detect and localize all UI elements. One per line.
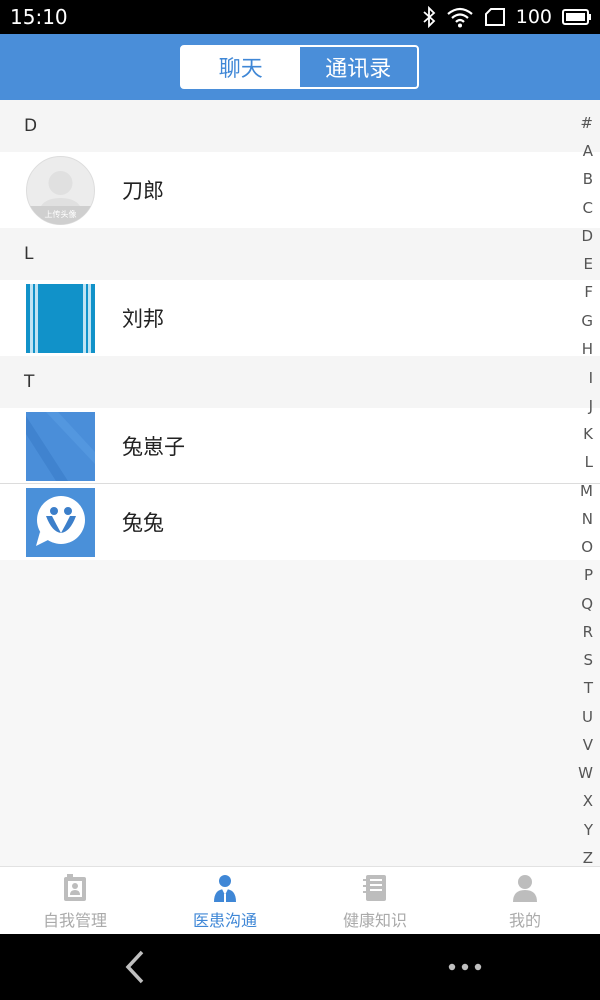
blue-avatar bbox=[26, 412, 95, 481]
nav-doctor-patient[interactable]: 医患沟通 bbox=[150, 867, 300, 935]
nav-label: 医患沟通 bbox=[192, 911, 257, 930]
index-letter[interactable]: F bbox=[584, 283, 593, 301]
section-header-t: T bbox=[0, 356, 600, 408]
contact-row[interactable]: 上传头像 刀郎 bbox=[0, 152, 600, 228]
contact-name: 刘邦 bbox=[122, 307, 164, 331]
contact-row[interactable]: 兔崽子 bbox=[0, 408, 600, 484]
index-letter[interactable]: G bbox=[581, 312, 593, 330]
contact-name: 刀郎 bbox=[122, 179, 164, 203]
index-letter[interactable]: W bbox=[578, 764, 593, 782]
contact-list: D 上传头像 刀郎 L 刘邦 T 兔崽子 兔兔 bbox=[0, 100, 600, 560]
index-letter[interactable]: Q bbox=[581, 595, 593, 613]
notebook-icon bbox=[363, 875, 386, 901]
battery-level: 100 bbox=[515, 6, 552, 28]
index-letter[interactable]: # bbox=[580, 114, 593, 132]
user-icon bbox=[513, 875, 537, 902]
avatar-caption: 上传头像 bbox=[45, 209, 77, 219]
contact-row[interactable]: 兔兔 bbox=[0, 484, 600, 560]
index-letter[interactable]: U bbox=[582, 708, 593, 726]
index-letter[interactable]: D bbox=[581, 227, 593, 245]
profile-card-icon bbox=[64, 874, 86, 901]
index-letter[interactable]: M bbox=[580, 482, 593, 500]
index-letter[interactable]: V bbox=[583, 736, 593, 754]
tab-switcher: 聊天 通讯录 bbox=[180, 45, 419, 89]
index-letter[interactable]: I bbox=[589, 369, 593, 387]
nav-label: 健康知识 bbox=[342, 911, 407, 930]
more-icon[interactable] bbox=[445, 954, 485, 980]
index-letter[interactable]: L bbox=[585, 453, 593, 471]
contact-name: 兔崽子 bbox=[122, 435, 185, 459]
striped-avatar bbox=[26, 284, 95, 353]
wifi-icon bbox=[447, 7, 473, 28]
index-letter[interactable]: A bbox=[583, 142, 593, 160]
doctor-icon bbox=[214, 875, 236, 902]
tab-chat[interactable]: 聊天 bbox=[182, 47, 300, 87]
index-letter[interactable]: E bbox=[584, 255, 593, 273]
chat-logo-avatar bbox=[26, 488, 95, 557]
index-letter[interactable]: O bbox=[581, 538, 593, 556]
battery-icon bbox=[562, 9, 591, 25]
index-letter[interactable]: N bbox=[582, 510, 593, 528]
bottom-nav: 自我管理 医患沟通 健康知识 我的 bbox=[0, 866, 600, 934]
section-header-l: L bbox=[0, 228, 600, 280]
index-letter[interactable]: Y bbox=[584, 821, 593, 839]
nav-self-management[interactable]: 自我管理 bbox=[0, 867, 150, 935]
tab-contacts[interactable]: 通讯录 bbox=[299, 47, 417, 87]
index-letter[interactable]: S bbox=[583, 651, 593, 669]
index-letter[interactable]: R bbox=[583, 623, 593, 641]
index-letter[interactable]: T bbox=[584, 679, 593, 697]
default-avatar: 上传头像 bbox=[26, 156, 95, 225]
nav-label: 我的 bbox=[508, 911, 541, 930]
index-letter[interactable]: Z bbox=[583, 849, 593, 867]
sim-card-icon bbox=[484, 8, 505, 26]
index-letter[interactable]: X bbox=[583, 792, 593, 810]
index-letter[interactable]: C bbox=[583, 199, 593, 217]
header-bar: 聊天 通讯录 bbox=[0, 34, 600, 100]
nav-health-knowledge[interactable]: 健康知识 bbox=[300, 867, 450, 935]
nav-mine[interactable]: 我的 bbox=[450, 867, 600, 935]
index-letter[interactable]: H bbox=[582, 340, 593, 358]
status-bar: 15:10 100 bbox=[0, 0, 600, 34]
index-letter[interactable]: P bbox=[584, 566, 593, 584]
index-letter[interactable]: K bbox=[583, 425, 593, 443]
system-nav-bar bbox=[0, 934, 600, 1000]
contact-name: 兔兔 bbox=[122, 511, 164, 535]
status-time: 15:10 bbox=[10, 5, 68, 29]
index-letter[interactable]: B bbox=[583, 170, 593, 188]
nav-label: 自我管理 bbox=[42, 911, 107, 930]
status-icons: 100 bbox=[422, 5, 592, 29]
bluetooth-icon bbox=[423, 6, 436, 28]
contact-row[interactable]: 刘邦 bbox=[0, 280, 600, 356]
index-letter[interactable]: J bbox=[589, 397, 593, 415]
alphabet-index[interactable]: # A B C D E F G H I J K L M N O P Q R S … bbox=[576, 110, 600, 870]
section-header-d: D bbox=[0, 100, 600, 152]
back-icon[interactable] bbox=[120, 948, 154, 986]
